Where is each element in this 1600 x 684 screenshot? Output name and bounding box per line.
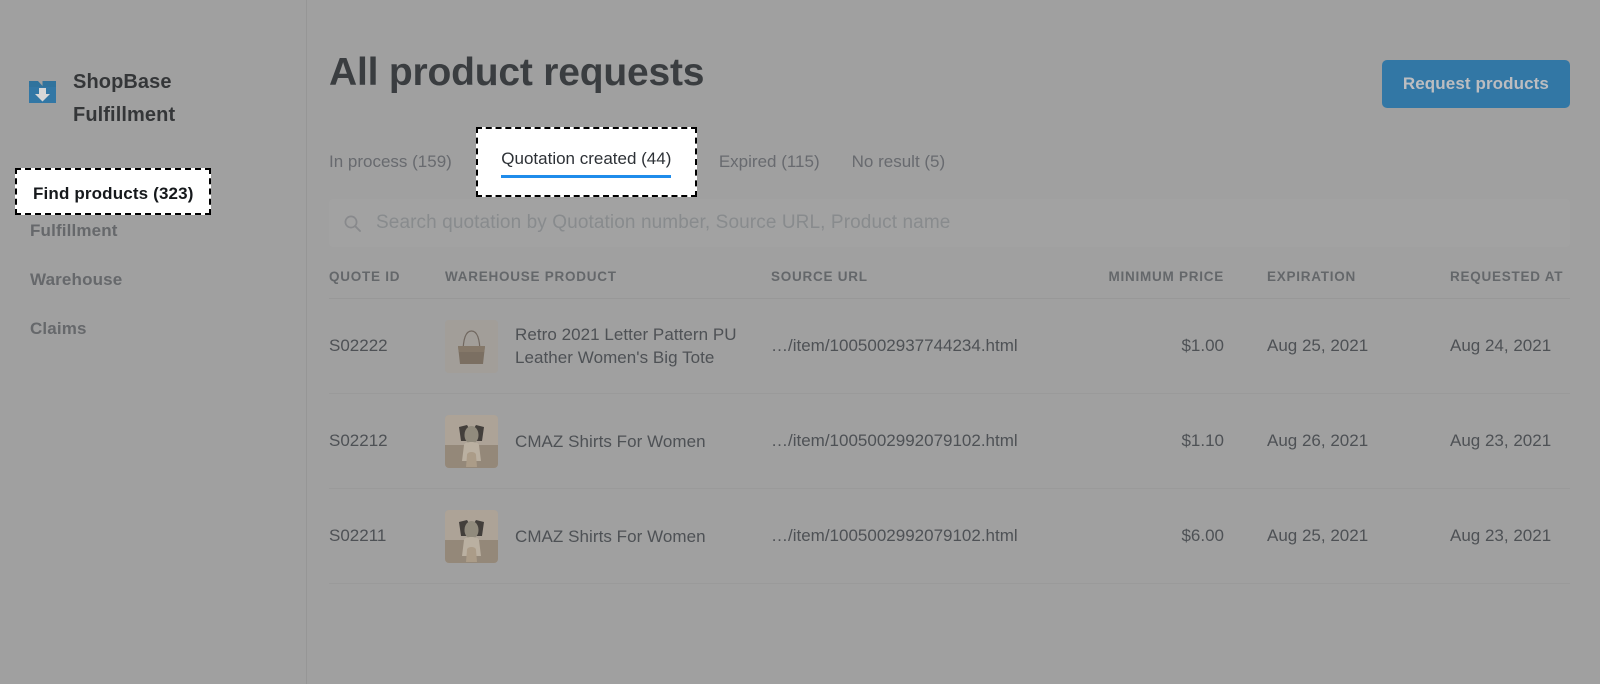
column-header-quote-id[interactable]: QUOTE ID xyxy=(329,269,445,299)
table-body: S02222 Retro 2021 Letter Pattern PU Leat… xyxy=(329,298,1570,584)
tab-no-result[interactable]: No result (5) xyxy=(836,141,962,183)
column-header-expiration[interactable]: EXPIRATION xyxy=(1224,269,1425,299)
product-name: CMAZ Shirts For Women xyxy=(515,526,706,546)
tab-quotation-created-label: Quotation created (44) xyxy=(501,149,672,178)
tab-quotation-created[interactable]: Quotation created (44) xyxy=(475,127,697,197)
cell-minimum-price: $1.10 xyxy=(1073,393,1224,489)
cell-expiration: Aug 25, 2021 xyxy=(1224,298,1425,394)
tab-in-process[interactable]: In process (159) xyxy=(329,141,468,183)
product-cell: Retro 2021 Letter Pattern PU Leather Wom… xyxy=(445,319,771,373)
app-root: ShopBase Fulfillment Fulfillment Warehou… xyxy=(0,0,1600,684)
cell-minimum-price: $1.00 xyxy=(1073,298,1224,394)
page-title: All product requests xyxy=(329,51,705,94)
cell-quote-id: S02212 xyxy=(329,393,445,489)
product-requests-table: QUOTE ID WAREHOUSE PRODUCT SOURCE URL MI… xyxy=(329,269,1570,584)
cell-requested-at: Aug 23, 2021 xyxy=(1425,488,1570,584)
cell-warehouse-product: CMAZ Shirts For Women xyxy=(445,393,771,489)
source-url-text[interactable]: …/item/1005002992079102.html xyxy=(771,431,1018,450)
main-content: All product requests Request products In… xyxy=(307,0,1600,684)
search-input[interactable] xyxy=(374,211,1556,235)
cell-source-url: …/item/1005002937744234.html xyxy=(771,298,1073,394)
page-header: All product requests Request products xyxy=(329,0,1570,108)
tab-expired[interactable]: Expired (115) xyxy=(703,141,836,183)
brand-line-1: ShopBase xyxy=(73,71,172,93)
brand[interactable]: ShopBase Fulfillment xyxy=(0,0,306,132)
table-head: QUOTE ID WAREHOUSE PRODUCT SOURCE URL MI… xyxy=(329,269,1570,299)
column-header-warehouse-product[interactable]: WAREHOUSE PRODUCT xyxy=(445,269,771,299)
sidebar: ShopBase Fulfillment Fulfillment Warehou… xyxy=(0,0,307,684)
column-header-source-url[interactable]: SOURCE URL xyxy=(771,269,1073,299)
cell-expiration: Aug 25, 2021 xyxy=(1224,488,1425,584)
table-row[interactable]: S02211 CMAZ Shirts For Women …/item/1005… xyxy=(329,488,1570,584)
table-header-row: QUOTE ID WAREHOUSE PRODUCT SOURCE URL MI… xyxy=(329,269,1570,299)
column-header-requested-at[interactable]: REQUESTED AT xyxy=(1425,269,1570,299)
cell-warehouse-product: Retro 2021 Letter Pattern PU Leather Wom… xyxy=(445,298,771,394)
cell-expiration: Aug 26, 2021 xyxy=(1224,393,1425,489)
tab-bar: In process (159) Quotation created (44) … xyxy=(329,127,1570,197)
cell-minimum-price: $6.00 xyxy=(1073,488,1224,584)
cell-source-url: …/item/1005002992079102.html xyxy=(771,488,1073,584)
table-row[interactable]: S02212 CMAZ Shirts For Women …/item/1005… xyxy=(329,393,1570,489)
column-header-minimum-price[interactable]: MINIMUM PRICE xyxy=(1073,269,1224,299)
cell-requested-at: Aug 24, 2021 xyxy=(1425,298,1570,394)
source-url-text[interactable]: …/item/1005002937744234.html xyxy=(771,336,1018,355)
source-url-text[interactable]: …/item/1005002992079102.html xyxy=(771,526,1018,545)
cell-quote-id: S02222 xyxy=(329,298,445,394)
request-products-button[interactable]: Request products xyxy=(1381,60,1570,108)
box-download-icon xyxy=(26,75,59,108)
woman-shirt-thumbnail xyxy=(445,509,498,563)
sidebar-item-warehouse[interactable]: Warehouse xyxy=(0,255,306,304)
product-cell: CMAZ Shirts For Women xyxy=(445,509,771,563)
cell-warehouse-product: CMAZ Shirts For Women xyxy=(445,488,771,584)
product-name: Retro 2021 Letter Pattern PU Leather Wom… xyxy=(515,325,737,367)
sidebar-item-find-products[interactable]: Find products (323) xyxy=(15,168,211,215)
search-bar[interactable] xyxy=(329,199,1570,247)
product-cell: CMAZ Shirts For Women xyxy=(445,414,771,468)
woman-shirt-thumbnail xyxy=(445,414,498,468)
cell-source-url: …/item/1005002992079102.html xyxy=(771,393,1073,489)
handbag-tote-thumbnail xyxy=(445,319,498,373)
brand-name: ShopBase Fulfillment xyxy=(73,66,175,132)
cell-quote-id: S02211 xyxy=(329,488,445,584)
sidebar-item-claims[interactable]: Claims xyxy=(0,304,306,353)
search-icon xyxy=(343,214,362,233)
cell-requested-at: Aug 23, 2021 xyxy=(1425,393,1570,489)
brand-line-2: Fulfillment xyxy=(73,104,176,126)
table-row[interactable]: S02222 Retro 2021 Letter Pattern PU Leat… xyxy=(329,298,1570,394)
product-name: CMAZ Shirts For Women xyxy=(515,431,706,451)
